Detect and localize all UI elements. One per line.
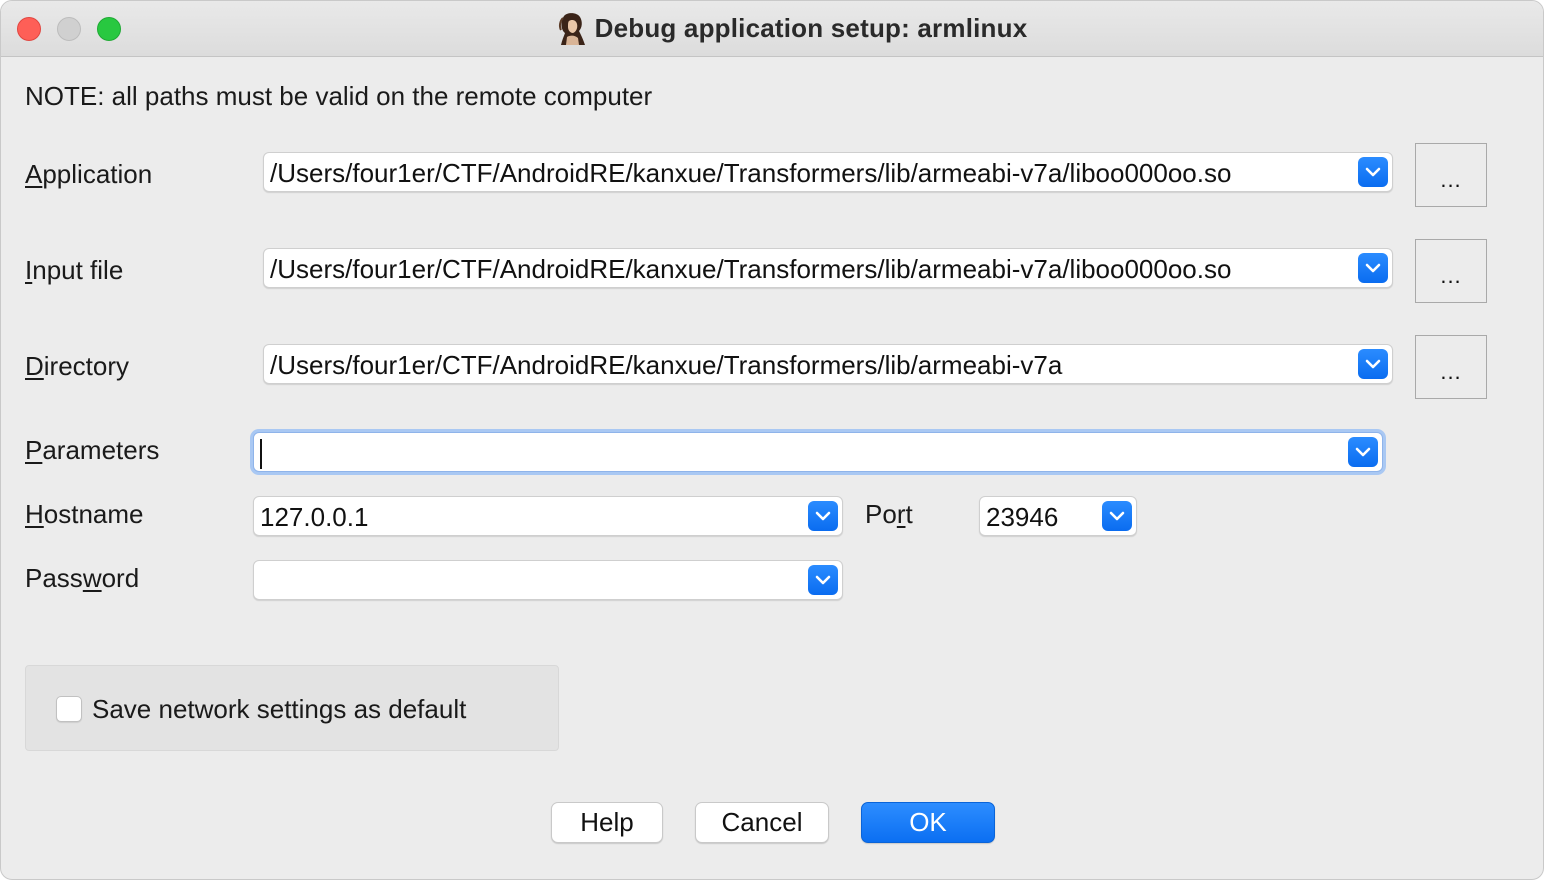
chevron-down-icon [1365, 359, 1381, 369]
hostname-label: Hostname [25, 499, 144, 529]
application-label: Application [25, 159, 153, 189]
save-default-checkbox[interactable] [56, 696, 82, 722]
application-dropdown-button[interactable] [1358, 157, 1388, 187]
password-combobox[interactable] [253, 560, 843, 600]
title-bar[interactable]: Debug application setup: armlinux [1, 1, 1543, 57]
input-file-value: /Users/four1er/CTF/AndroidRE/kanxue/Tran… [270, 254, 1232, 284]
network-settings-group: Save network settings as default [25, 665, 559, 751]
directory-browse-button[interactable]: ... [1415, 335, 1487, 399]
hostname-dropdown-button[interactable] [808, 501, 838, 531]
directory-value: /Users/four1er/CTF/AndroidRE/kanxue/Tran… [270, 350, 1063, 380]
ok-button[interactable]: OK [861, 802, 995, 843]
parameters-label: Parameters [25, 435, 160, 465]
hostname-combobox[interactable]: 127.0.0.1 [253, 496, 843, 536]
cancel-button[interactable]: Cancel [695, 802, 829, 843]
chevron-down-icon [815, 575, 831, 585]
remote-paths-note: NOTE: all paths must be valid on the rem… [25, 81, 653, 111]
input-file-label: Input file [25, 255, 124, 285]
input-file-combobox[interactable]: /Users/four1er/CTF/AndroidRE/kanxue/Tran… [263, 248, 1393, 288]
parameters-combobox[interactable] [253, 432, 1383, 472]
application-value: /Users/four1er/CTF/AndroidRE/kanxue/Tran… [270, 158, 1232, 188]
chevron-down-icon [1365, 263, 1381, 273]
input-file-browse-button[interactable]: ... [1415, 239, 1487, 303]
port-label: Port [865, 499, 913, 529]
chevron-down-icon [1355, 447, 1371, 457]
directory-dropdown-button[interactable] [1358, 349, 1388, 379]
title-container: Debug application setup: armlinux [1, 1, 1543, 56]
port-combobox[interactable]: 23946 [979, 496, 1137, 536]
port-dropdown-button[interactable] [1102, 501, 1132, 531]
window-title: Debug application setup: armlinux [594, 13, 1028, 43]
chevron-down-icon [815, 511, 831, 521]
dialog-window: Debug application setup: armlinux NOTE: … [0, 0, 1544, 880]
application-combobox[interactable]: /Users/four1er/CTF/AndroidRE/kanxue/Tran… [263, 152, 1393, 192]
chevron-down-icon [1365, 167, 1381, 177]
password-dropdown-button[interactable] [808, 565, 838, 595]
text-cursor [260, 439, 262, 469]
directory-combobox[interactable]: /Users/four1er/CTF/AndroidRE/kanxue/Tran… [263, 344, 1393, 384]
help-button[interactable]: Help [551, 802, 663, 843]
directory-label: Directory [25, 351, 130, 381]
app-portrait-icon [558, 12, 585, 45]
password-label: Password [25, 563, 140, 593]
application-browse-button[interactable]: ... [1415, 143, 1487, 207]
chevron-down-icon [1109, 511, 1125, 521]
port-value: 23946 [986, 502, 1059, 532]
hostname-value: 127.0.0.1 [260, 502, 369, 532]
input-file-dropdown-button[interactable] [1358, 253, 1388, 283]
parameters-dropdown-button[interactable] [1348, 437, 1378, 467]
save-default-label[interactable]: Save network settings as default [92, 694, 466, 725]
